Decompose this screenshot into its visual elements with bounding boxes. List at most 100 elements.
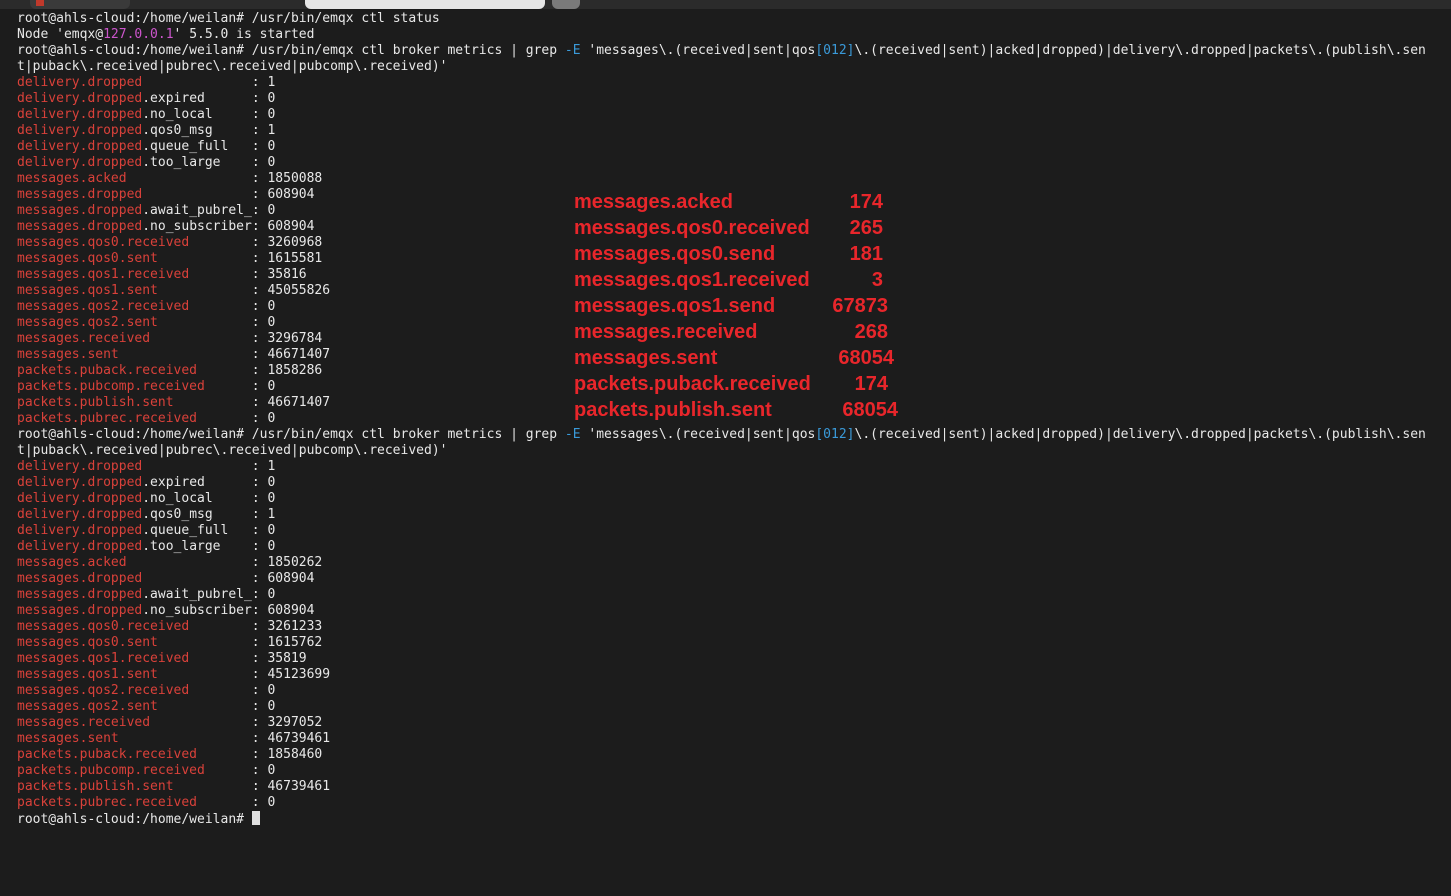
- metric-name: messages.dropped: [17, 587, 143, 602]
- metric-line: delivery.dropped.too_large : 0: [17, 155, 276, 170]
- metric-value: 608904: [267, 603, 315, 618]
- metric-value: 1858286: [267, 363, 323, 378]
- metric-line: messages.dropped.await_pubrel_: 0: [17, 587, 276, 602]
- metric-line: packets.puback.received : 1858460: [17, 747, 323, 762]
- annotation-overlay: messages.acked 174 messages.qos0.received 2…: [574, 191, 914, 426]
- metric-name-suffix: .expired: [142, 91, 205, 106]
- metric-line: messages.acked : 1850088: [17, 171, 323, 186]
- metric-line: messages.qos1.received : 35819: [17, 651, 307, 666]
- overlay-metric-value: 67873: [832, 295, 888, 317]
- overlay-row: messages.acked 174: [574, 191, 904, 217]
- metric-line: delivery.dropped.expired : 0: [17, 475, 276, 490]
- metric-line: delivery.dropped : 1: [17, 75, 276, 90]
- overlay-row: messages.qos0.send 181: [574, 243, 904, 269]
- metric-value: 0: [267, 539, 276, 554]
- metric-line: packets.pubrec.received : 0: [17, 795, 276, 810]
- metric-line: messages.dropped : 608904: [17, 571, 315, 586]
- metric-name-suffix: .qos0_msg: [142, 123, 213, 138]
- overlay-metric-value: 174: [854, 373, 888, 395]
- metric-value: 46671407: [267, 347, 331, 362]
- overlay-metric-value: 3: [871, 269, 883, 291]
- metric-line: messages.qos1.received : 35816: [17, 267, 307, 282]
- metric-name: delivery.dropped: [17, 139, 143, 154]
- metric-name-suffix: .too_large: [142, 539, 221, 554]
- overlay-metric-value: 68054: [842, 399, 898, 421]
- browser-tab[interactable]: [305, 0, 545, 9]
- metric-name: packets.pubcomp.received: [17, 763, 205, 778]
- metric-name: messages.acked: [17, 555, 127, 570]
- metric-line: delivery.dropped.queue_full : 0: [17, 139, 276, 154]
- metric-name: packets.publish.sent: [17, 779, 174, 794]
- metric-name-suffix: .no_local: [142, 107, 213, 122]
- metric-name-suffix: .await_pubrel_: [142, 587, 252, 602]
- metric-value: 0: [267, 315, 276, 330]
- metric-name: packets.pubcomp.received: [17, 379, 205, 394]
- metric-name-suffix: .qos0_msg: [142, 507, 213, 522]
- overlay-metric-value: 68054: [838, 347, 894, 369]
- command-line: root@ahls-cloud:/home/weilan# /usr/bin/e…: [17, 427, 1426, 442]
- metric-name: messages.dropped: [17, 571, 143, 586]
- metric-line: messages.received : 3297052: [17, 715, 323, 730]
- metric-value: 608904: [267, 219, 315, 234]
- metric-line: packets.pubrec.received : 0: [17, 411, 276, 426]
- metric-name: packets.puback.received: [17, 363, 198, 378]
- metric-value: 46739461: [267, 779, 331, 794]
- metric-name-suffix: .no_subscriber: [142, 603, 252, 618]
- metric-line: messages.qos0.received : 3261233: [17, 619, 323, 634]
- metric-line: delivery.dropped.too_large : 0: [17, 539, 276, 554]
- metric-name: messages.sent: [17, 731, 119, 746]
- metric-value: 0: [267, 475, 276, 490]
- browser-tab[interactable]: [30, 0, 130, 9]
- terminal-window[interactable]: root@ahls-cloud:/home/weilan# /usr/bin/e…: [0, 10, 1451, 896]
- metric-value: 0: [267, 795, 276, 810]
- metric-line: messages.qos1.sent : 45123699: [17, 667, 331, 682]
- metric-name: packets.publish.sent: [17, 395, 174, 410]
- overlay-metric-value: 268: [854, 321, 888, 343]
- metric-name: messages.dropped: [17, 603, 143, 618]
- metric-line: messages.sent : 46739461: [17, 731, 331, 746]
- overlay-metric-name: messages.qos1.received: [574, 269, 810, 291]
- metric-name: messages.dropped: [17, 203, 143, 218]
- metric-name: messages.qos0.sent: [17, 251, 158, 266]
- metric-name: delivery.dropped: [17, 75, 143, 90]
- metric-value: 0: [267, 411, 276, 426]
- status-output: Node 'emqx@127.0.0.1' 5.5.0 is started: [17, 27, 315, 42]
- metric-name: packets.pubrec.received: [17, 411, 198, 426]
- metric-line: messages.qos2.sent : 0: [17, 699, 276, 714]
- overlay-metric-name: messages.acked: [574, 191, 734, 213]
- metric-name: messages.qos2.sent: [17, 699, 158, 714]
- metric-name: delivery.dropped: [17, 123, 143, 138]
- metric-line: messages.qos2.received : 0: [17, 683, 276, 698]
- metric-name: messages.qos1.received: [17, 651, 190, 666]
- metric-value: 3260968: [267, 235, 323, 250]
- metric-value: 0: [267, 523, 276, 538]
- metric-line: packets.pubcomp.received : 0: [17, 763, 276, 778]
- metric-name: delivery.dropped: [17, 459, 143, 474]
- metric-line: messages.qos0.sent : 1615762: [17, 635, 323, 650]
- metric-line: messages.sent : 46671407: [17, 347, 331, 362]
- metric-line: delivery.dropped.expired : 0: [17, 91, 276, 106]
- prompt-line[interactable]: root@ahls-cloud:/home/weilan#: [17, 811, 260, 827]
- overlay-metric-name: packets.puback.received: [574, 373, 811, 395]
- ip-address: 127.0.0.1: [103, 27, 174, 42]
- overlay-metric-value: 181: [849, 243, 883, 265]
- window-tab-strip: [0, 0, 1451, 9]
- metric-line: messages.qos2.sent : 0: [17, 315, 276, 330]
- metric-value: 0: [267, 155, 276, 170]
- metric-line: delivery.dropped.qos0_msg : 1: [17, 123, 276, 138]
- metric-line: messages.dropped.no_subscriber: 608904: [17, 603, 315, 618]
- metric-name-suffix: .queue_full: [142, 139, 229, 154]
- new-tab-button[interactable]: [552, 0, 580, 9]
- metric-name: messages.qos0.sent: [17, 635, 158, 650]
- metric-value: 3261233: [267, 619, 323, 634]
- metric-value: 0: [267, 203, 276, 218]
- metric-line: messages.dropped.no_subscriber: 608904: [17, 219, 315, 234]
- metric-name: messages.qos2.received: [17, 299, 190, 314]
- metric-value: 0: [267, 91, 276, 106]
- metric-name: messages.qos2.received: [17, 683, 190, 698]
- metric-name: messages.qos1.received: [17, 267, 190, 282]
- overlay-row: messages.received 268: [574, 321, 904, 347]
- metric-name: messages.received: [17, 715, 151, 730]
- metric-value: 46739461: [267, 731, 331, 746]
- command-line: root@ahls-cloud:/home/weilan# /usr/bin/e…: [17, 43, 1426, 58]
